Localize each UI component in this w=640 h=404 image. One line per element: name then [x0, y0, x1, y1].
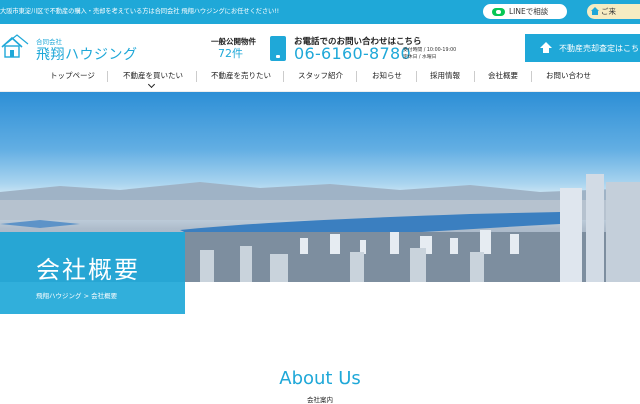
stock-count[interactable]: 72件	[218, 45, 243, 61]
line-consult-button[interactable]: LINEで相談	[483, 4, 567, 19]
nav-item-contact[interactable]: お問い合わせ	[546, 70, 591, 84]
nav-item-sell[interactable]: 不動産を売りたい	[211, 70, 271, 84]
home-icon	[591, 7, 599, 15]
business-hours: 受付時間 / 10:00-19:00 定休日 / 水曜日	[403, 47, 456, 61]
nav-item-top[interactable]: トップページ	[50, 70, 95, 84]
visit-button[interactable]: ご来	[587, 4, 640, 19]
about-subheading: 会社案内	[307, 396, 333, 404]
visit-label: ご来	[601, 7, 616, 16]
nav-item-recruit[interactable]: 採用情報	[430, 70, 460, 84]
top-announcement-bar: 大阪市東淀川区で不動産の購入・売却を考えている方は合同会社 飛翔ハウジングにお任…	[0, 0, 640, 24]
phone-number[interactable]: 06-6160-8780	[294, 44, 411, 63]
breadcrumb[interactable]: 飛翔ハウジング > 会社概要	[36, 290, 117, 300]
company-name[interactable]: 飛翔ハウジング	[36, 44, 138, 64]
holiday-line: 定休日 / 水曜日	[403, 55, 437, 60]
sale-assessment-label: 不動産売却査定はこち	[559, 43, 639, 53]
nav-item-news[interactable]: お知らせ	[372, 70, 402, 84]
about-heading: About Us	[279, 368, 361, 389]
announcement-text: 大阪市東淀川区で不動産の購入・売却を考えている方は合同会社 飛翔ハウジングにお任…	[0, 8, 280, 15]
line-consult-label: LINEで相談	[509, 7, 549, 16]
nav-divider	[531, 71, 532, 82]
nav-divider	[283, 71, 284, 82]
house-logo-icon[interactable]	[1, 34, 29, 59]
site-header: 合同会社 飛翔ハウジング 一般公開物件 72件 お電話でのお問い合わせはこちら …	[0, 24, 640, 66]
nav-divider	[107, 71, 108, 82]
phone-icon	[270, 36, 286, 61]
nav-item-company[interactable]: 会社概要	[488, 70, 518, 84]
nav-divider	[416, 71, 417, 82]
page-title: 会社概要	[36, 256, 140, 284]
hours-line: 受付時間 / 10:00-19:00	[403, 48, 457, 53]
main-nav: トップページ 不動産を買いたい 不動産を売りたい スタッフ紹介 お知らせ 採用情…	[0, 66, 640, 92]
nav-divider	[474, 71, 475, 82]
nav-divider	[196, 71, 197, 82]
house-up-icon	[540, 42, 552, 53]
nav-item-staff[interactable]: スタッフ紹介	[298, 70, 343, 84]
nav-divider	[356, 71, 357, 82]
line-icon	[492, 7, 505, 16]
sale-assessment-button[interactable]: 不動産売却査定はこち	[525, 34, 640, 62]
